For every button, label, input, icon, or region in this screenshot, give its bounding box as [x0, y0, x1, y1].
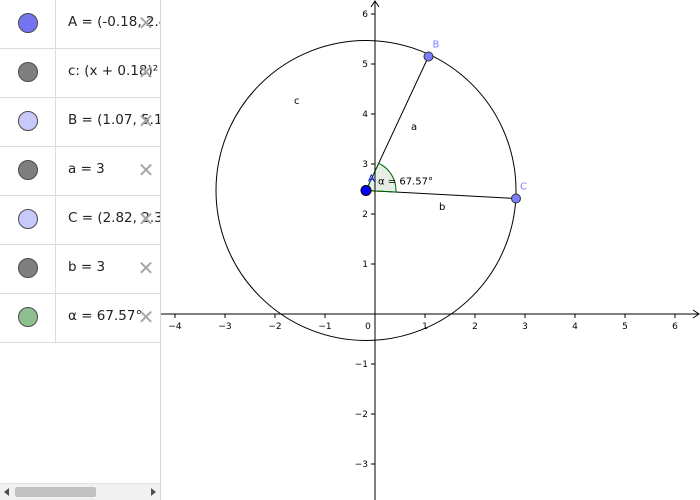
x-tick-label: −4	[168, 322, 182, 332]
scroll-right-arrow-icon[interactable]	[151, 488, 156, 496]
point-b[interactable]	[423, 51, 434, 62]
row-gutter	[0, 98, 56, 147]
y-tick-label: −2	[355, 410, 368, 420]
row-gutter	[0, 0, 56, 49]
point-b-label: B	[433, 40, 440, 51]
row-gutter	[0, 147, 56, 196]
point-a[interactable]	[360, 185, 372, 196]
y-tick-label: 4	[362, 110, 368, 120]
delete-icon[interactable]: ✕	[136, 307, 156, 327]
y-tick-label: 6	[362, 10, 368, 20]
x-tick-label: 5	[622, 322, 628, 332]
x-tick-label: 3	[522, 322, 528, 332]
algebra-row-segment-a[interactable]: a = 3 ✕	[0, 147, 160, 196]
y-tick-label: 1	[362, 260, 368, 270]
delete-icon[interactable]: ✕	[136, 258, 156, 278]
row-gutter	[0, 245, 56, 294]
x-tick-label: −3	[218, 322, 231, 332]
segment-a-label: a	[411, 122, 417, 133]
delete-icon[interactable]: ✕	[136, 13, 156, 33]
visibility-toggle-icon[interactable]	[18, 13, 38, 33]
angle-alpha-label: α = 67.57°	[378, 177, 433, 188]
row-gutter	[0, 294, 56, 343]
algebra-row-point-a[interactable]: A = (-0.18, 2.47) ✕	[0, 0, 160, 49]
graphics-view[interactable]: −4 −3 −2 −1 0 1 2 3 4 5 6 6 5 4 3 2 1 −1 −2 −3 c a b α = 6…	[161, 0, 700, 500]
delete-icon[interactable]: ✕	[136, 160, 156, 180]
visibility-toggle-icon[interactable]	[18, 111, 38, 131]
visibility-toggle-icon[interactable]	[18, 62, 38, 82]
visibility-toggle-icon[interactable]	[18, 209, 38, 229]
visibility-toggle-icon[interactable]	[18, 307, 38, 327]
y-tick-label: 3	[362, 160, 368, 170]
x-tick-label: 1	[422, 322, 428, 332]
graphics-canvas[interactable]: −4 −3 −2 −1 0 1 2 3 4 5 6 6 5 4 3 2 1 −1 −2 −3 c a b α = 6…	[161, 0, 700, 500]
y-axis-ticks: 6 5 4 3 2 1 −1 −2 −3	[355, 10, 375, 470]
x-axis-ticks: −4 −3 −2 −1 0 1 2 3 4 5 6	[168, 314, 678, 332]
x-tick-label: 4	[572, 322, 578, 332]
row-gutter	[0, 196, 56, 245]
point-c[interactable]	[511, 193, 521, 204]
y-tick-label: 5	[362, 60, 368, 70]
point-a-label: A	[368, 174, 375, 185]
algebra-view: A = (-0.18, 2.47) ✕ c: (x + 0.18)² + (y …	[0, 0, 161, 500]
segment-b-label: b	[439, 202, 445, 213]
algebra-row-point-b[interactable]: B = (1.07, 5.15) ✕	[0, 98, 160, 147]
algebra-row-segment-b[interactable]: b = 3 ✕	[0, 245, 160, 294]
coordinate-axes: −4 −3 −2 −1 0 1 2 3 4 5 6 6 5 4 3 2 1 −1 −2 −3	[161, 0, 700, 500]
x-tick-label: 2	[472, 322, 478, 332]
y-tick-label: −1	[355, 360, 368, 370]
algebra-row-circle-c[interactable]: c: (x + 0.18)² + (y − 2.47)² = 9 ✕	[0, 49, 160, 98]
circle-c-label: c	[294, 96, 300, 107]
algebra-row-point-c[interactable]: C = (2.82, 2.31) ✕	[0, 196, 160, 245]
scrollbar-thumb[interactable]	[15, 487, 96, 497]
delete-icon[interactable]: ✕	[136, 62, 156, 82]
x-tick-label: −1	[318, 322, 331, 332]
row-gutter	[0, 49, 56, 98]
delete-icon[interactable]: ✕	[136, 209, 156, 229]
x-tick-label: −2	[268, 322, 281, 332]
algebra-row-angle-alpha[interactable]: α = 67.57° ✕	[0, 294, 160, 343]
y-tick-label: 2	[362, 210, 368, 220]
x-tick-label: 0	[365, 322, 371, 332]
delete-icon[interactable]: ✕	[136, 111, 156, 131]
y-tick-label: −3	[355, 460, 368, 470]
scroll-left-arrow-icon[interactable]	[4, 488, 9, 496]
horizontal-scrollbar[interactable]	[0, 483, 160, 500]
visibility-toggle-icon[interactable]	[18, 258, 38, 278]
point-c-label: C	[520, 182, 527, 193]
x-tick-label: 6	[672, 322, 678, 332]
visibility-toggle-icon[interactable]	[18, 160, 38, 180]
